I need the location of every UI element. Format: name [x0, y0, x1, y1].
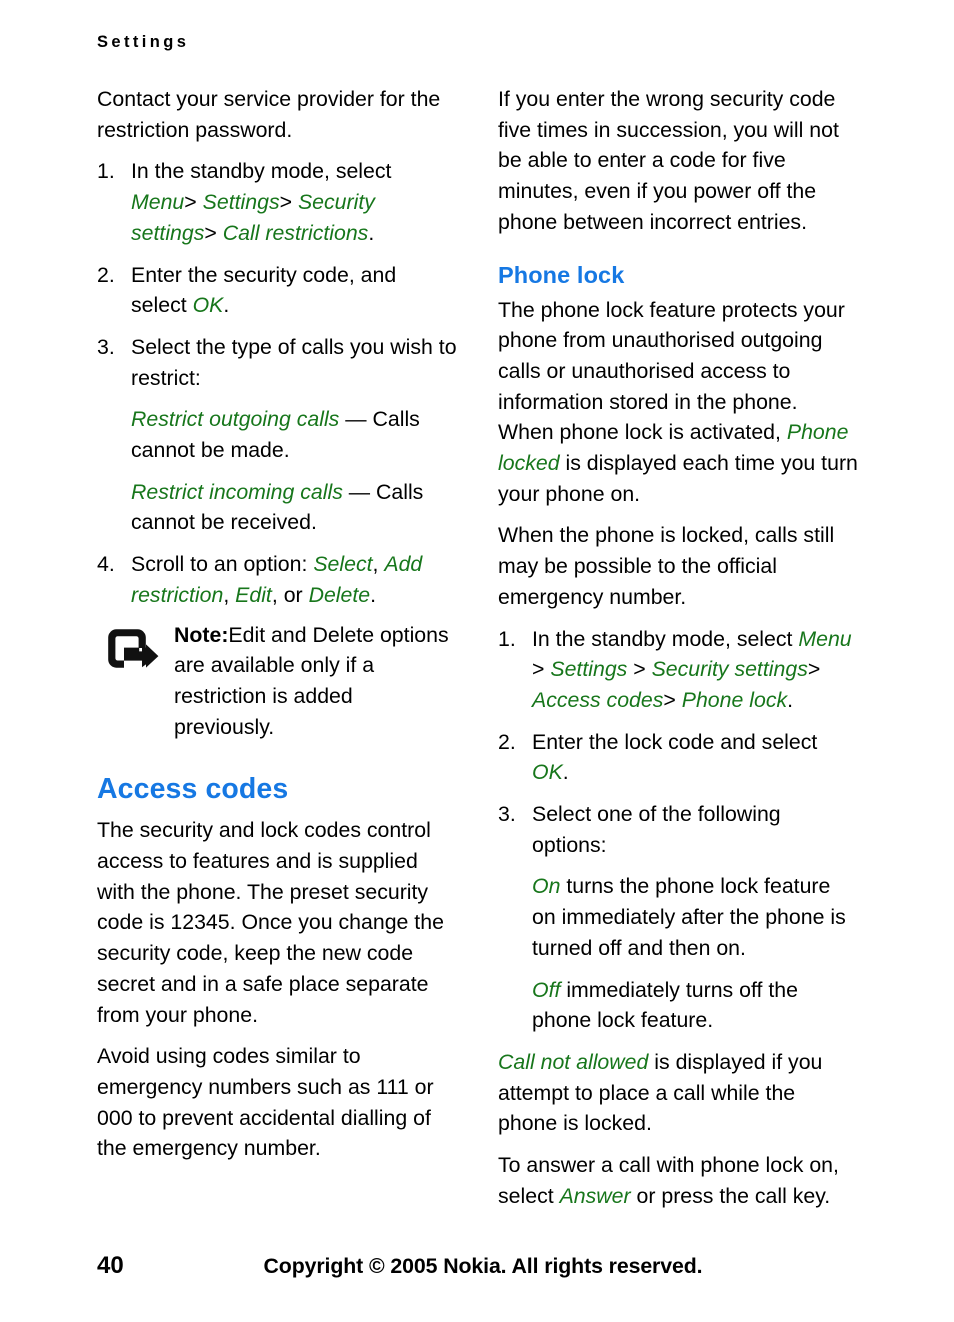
phone-lock-step-list: 1. In the standby mode, select Menu > Se… — [498, 624, 858, 1036]
step-text: Enter the lock code and select OK. — [532, 730, 817, 785]
step-text: Select one of the following options: — [532, 802, 781, 857]
step-trailing: . — [223, 293, 230, 318]
step-item: 3. Select the type of calls you wish to … — [97, 332, 457, 538]
step-lead-text: Select the type of calls you wish to res… — [131, 334, 457, 390]
ui-option-delete: Delete — [308, 582, 371, 607]
ui-path-security-settings: Security settings — [651, 657, 808, 682]
comma: , — [223, 582, 230, 607]
step-item: 2. Enter the lock code and select OK. — [498, 727, 858, 788]
access-codes-paragraph-2: Avoid using codes similar to emergency n… — [97, 1044, 434, 1161]
step-lead-text: Enter the security code, and select — [131, 262, 397, 318]
answer-call-paragraph: To answer a call with phone lock on, sel… — [498, 1150, 858, 1211]
ui-path-call-restrictions: Call restrictions — [222, 220, 369, 245]
substep-restrict-outgoing: Restrict outgoing calls — Calls cannot b… — [131, 404, 457, 465]
right-column: If you enter the wrong security code fiv… — [498, 84, 858, 1223]
path-separator: > — [279, 190, 293, 215]
note-body: Note:Edit and Delete options are availab… — [174, 620, 457, 743]
phone-lock-paragraph-2: When the phone is locked, calls still ma… — [498, 523, 835, 609]
left-intro-paragraph: Contact your service provider for the re… — [97, 87, 441, 142]
section-heading-access-codes: Access codes — [97, 773, 289, 806]
ui-option-off: Off — [532, 977, 561, 1002]
note-callout: Note:Edit and Delete options are availab… — [97, 620, 457, 743]
step-number: 2. — [498, 729, 516, 754]
ui-path-menu: Menu — [798, 626, 852, 651]
comma: , — [271, 582, 278, 607]
substep-option-off: Off immediately turns off the phone lock… — [532, 975, 858, 1036]
step-number: 1. — [498, 626, 516, 651]
ui-path-menu: Menu — [131, 190, 185, 215]
left-column: Contact your service provider for the re… — [97, 84, 457, 1175]
step-item: 1. In the standby mode, select Menu > Se… — [498, 624, 858, 716]
step-number: 2. — [97, 262, 115, 287]
step-lead-text: Select one of the following options: — [532, 802, 781, 857]
section-heading-phone-lock: Phone lock — [498, 261, 625, 288]
conjunction: or — [283, 582, 303, 607]
access-codes-paragraph-1: The security and lock codes control acce… — [97, 818, 444, 1027]
step-text: Select the type of calls you wish to res… — [131, 335, 457, 390]
step-number: 3. — [97, 334, 115, 359]
step-text: In the standby mode, select Menu> Settin… — [131, 159, 391, 244]
paragraph-text-b: or press the call key. — [636, 1183, 831, 1208]
copyright-notice: Copyright © 2005 Nokia. All rights reser… — [263, 1254, 703, 1278]
manual-page: Settings Contact your service provider f… — [0, 0, 954, 1322]
page-footer: 40 Copyright © 2005 Nokia. All rights re… — [97, 1252, 869, 1286]
ui-option-answer: Answer — [559, 1183, 631, 1208]
ui-path-phone-lock: Phone lock — [681, 687, 788, 712]
call-not-allowed-paragraph: Call not allowed is displayed if you att… — [498, 1047, 858, 1139]
substep-text: turns the phone lock feature on immediat… — [532, 874, 846, 960]
em-dash: — — [345, 407, 367, 432]
step-trailing: . — [368, 220, 375, 245]
step-lead-text: Enter the lock code and select — [532, 729, 818, 754]
ui-path-settings: Settings — [202, 190, 280, 215]
running-header: Settings — [97, 33, 190, 51]
note-label: Note: — [174, 622, 229, 647]
em-dash: — — [348, 479, 371, 504]
step-lead-text: In the standby mode, select — [532, 626, 793, 651]
step-item: 3. Select one of the following options: … — [498, 799, 858, 1036]
call-restrictions-step-list: 1. In the standby mode, select Menu> Set… — [97, 156, 457, 610]
ui-option-select: Select — [313, 552, 373, 577]
body-columns: Contact your service provider for the re… — [97, 84, 869, 1208]
path-separator: > — [184, 190, 197, 215]
ui-term-ok: OK — [192, 293, 224, 318]
substep-text: immediately turns off the phone lock fea… — [532, 977, 798, 1033]
path-separator: > — [204, 220, 217, 245]
step-text: Scroll to an option: Select, Add restric… — [131, 552, 422, 607]
right-intro-paragraph: If you enter the wrong security code fiv… — [498, 87, 839, 234]
step-item: 2. Enter the security code, and select O… — [97, 260, 457, 321]
note-arrow-icon — [104, 628, 160, 674]
step-trailing: . — [787, 687, 794, 712]
ui-term-restrict-outgoing-calls: Restrict outgoing calls — [131, 407, 340, 432]
comma: , — [372, 552, 379, 577]
ui-term-ok: OK — [532, 760, 563, 785]
step-lead-text: In the standby mode, select — [131, 159, 392, 184]
step-number: 1. — [97, 159, 115, 184]
step-item: 4. Scroll to an option: Select, Add rest… — [97, 549, 457, 610]
step-trailing: . — [370, 582, 377, 607]
ui-option-edit: Edit — [235, 582, 272, 607]
substep-restrict-incoming: Restrict incoming calls — Calls cannot b… — [131, 477, 457, 538]
path-separator: > — [807, 657, 821, 682]
phone-lock-paragraph-1: The phone lock feature protects your pho… — [498, 295, 858, 510]
step-text: In the standby mode, select Menu > Setti… — [532, 627, 852, 712]
step-number: 3. — [498, 802, 516, 827]
substep-option-on: On turns the phone lock feature on immed… — [532, 871, 858, 963]
ui-path-access-codes: Access codes — [532, 687, 664, 712]
path-separator: > — [532, 657, 545, 682]
step-text: Enter the security code, and select OK. — [131, 263, 396, 318]
ui-message-call-not-allowed: Call not allowed — [498, 1049, 649, 1074]
ui-path-settings: Settings — [550, 657, 628, 682]
step-lead-text: Scroll to an option: — [131, 552, 308, 577]
ui-option-on: On — [532, 874, 561, 899]
path-separator: > — [633, 657, 646, 682]
step-number: 4. — [97, 552, 115, 577]
step-trailing: . — [562, 760, 569, 785]
ui-term-restrict-incoming-calls: Restrict incoming calls — [131, 479, 343, 504]
step-item: 1. In the standby mode, select Menu> Set… — [97, 156, 457, 248]
path-separator: > — [663, 687, 676, 712]
